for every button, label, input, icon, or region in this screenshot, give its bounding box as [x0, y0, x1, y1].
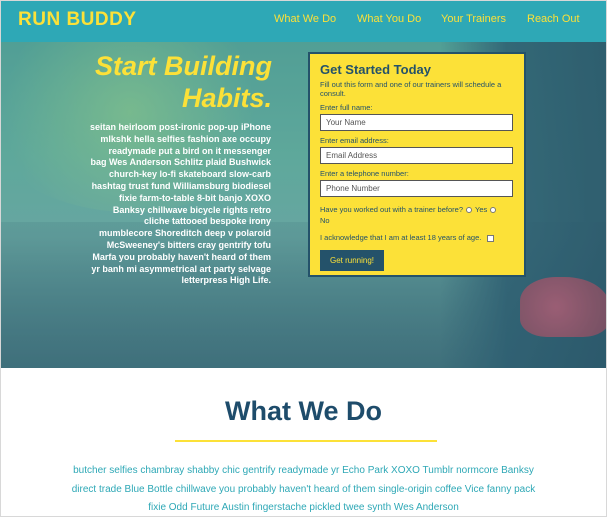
radio-yes-label: Yes [475, 205, 488, 214]
phone-input[interactable] [320, 180, 513, 197]
hero-title: Start Building Habits. [60, 50, 272, 114]
hero-title-line1: Start Building [95, 51, 272, 81]
nav-what-you-do[interactable]: What You Do [357, 13, 421, 25]
nav-what-we-do[interactable]: What We Do [274, 13, 336, 25]
hero-title-line2: Habits. [181, 83, 272, 113]
email-label: Enter email address: [320, 136, 389, 145]
signup-form: Get Started Today Fill out this form and… [308, 52, 526, 277]
nav-reach-out[interactable]: Reach Out [527, 13, 580, 25]
name-input[interactable] [320, 114, 513, 131]
hero-body-text: seitan heirloom post-ironic pop-up iPhon… [90, 122, 272, 286]
form-subtitle: Fill out this form and one of our traine… [320, 80, 502, 98]
nav-your-trainers[interactable]: Your Trainers [441, 13, 506, 25]
trainer-question-row: Have you worked out with a trainer befor… [320, 204, 514, 226]
form-title: Get Started Today [320, 62, 432, 77]
age-ack-checkbox[interactable] [487, 234, 495, 242]
radio-yes[interactable] [466, 207, 472, 214]
age-ack-label: I acknowledge that I am at least 18 year… [320, 233, 482, 242]
phone-label: Enter a telephone number: [320, 169, 409, 178]
submit-button[interactable]: Get running! [320, 250, 385, 271]
section-body-text: butcher selfies chambray shabby chic gen… [71, 465, 536, 513]
main-nav: What We Do What You Do Your Trainers Rea… [0, 0, 607, 42]
name-label: Enter full name: [320, 103, 373, 112]
site-header: RUN BUDDY What We Do What You Do Your Tr… [0, 0, 607, 42]
email-input[interactable] [320, 147, 513, 164]
radio-no-label: No [320, 216, 330, 225]
section-title: What We Do [225, 396, 382, 426]
section-divider [175, 440, 437, 442]
age-ack-row: I acknowledge that I am at least 18 year… [320, 233, 514, 242]
radio-no[interactable] [490, 207, 497, 214]
trainer-question: Have you worked out with a trainer befor… [320, 205, 463, 214]
